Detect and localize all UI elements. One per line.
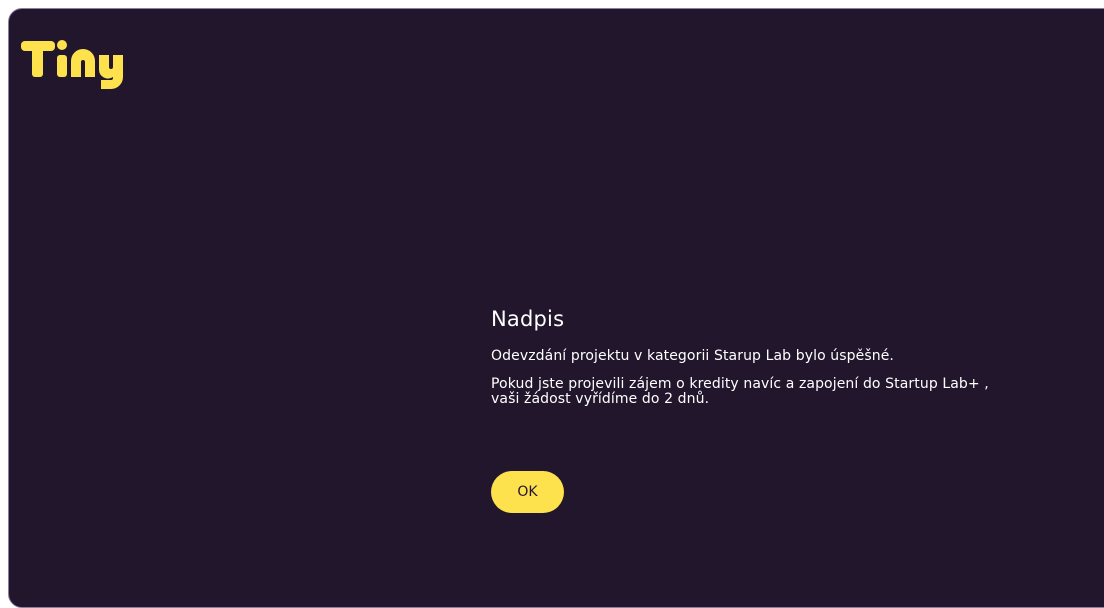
submission-dialog: Nadpis Odevzdání projektu v kategorii St… <box>491 307 1091 513</box>
info-line-2: vaši žádost vyřídíme do 2 dnů. <box>491 391 710 407</box>
dialog-title: Nadpis <box>491 307 565 331</box>
info-line-1: Pokud jste projevili zájem o kredity nav… <box>491 376 989 392</box>
dialog-info: Pokud jste projevili zájem o kredity nav… <box>491 377 1091 407</box>
dialog-message: Odevzdání projektu v kategorii Starup La… <box>491 349 1091 364</box>
app-window: Nadpis Odevzdání projektu v kategorii St… <box>8 8 1104 608</box>
tiny-logo <box>21 40 123 89</box>
message-text: Odevzdání projektu v kategorii Starup La… <box>491 348 894 364</box>
ok-button[interactable]: OK <box>491 471 564 513</box>
